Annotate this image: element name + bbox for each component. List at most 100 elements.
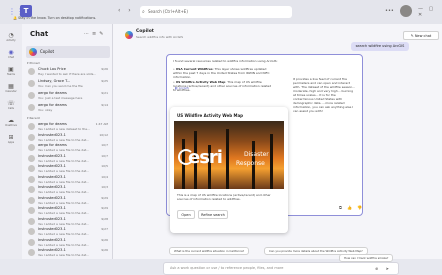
chat-time: 10/3 — [101, 185, 108, 189]
refine-search-button[interactable]: Refine search — [198, 210, 228, 219]
recent-section-label[interactable]: ▾ Recent — [27, 116, 40, 120]
chat-time: 9/27 — [101, 227, 108, 231]
chat-time: 9/21 — [101, 91, 108, 95]
chat-preview: Yes I added a new file to the dat... — [38, 232, 90, 236]
avatar — [28, 196, 35, 204]
rail-item-teams[interactable]: ▣ Teams — [3, 66, 19, 80]
copilot-logo-icon — [125, 31, 133, 39]
esri-logo-text: esri — [188, 147, 223, 168]
chat-time: 9/28 — [101, 216, 108, 221]
chat-name: aergo for deams — [38, 122, 67, 126]
avatar — [28, 165, 35, 172]
chat-list-item[interactable]: Chuck Lou Price Hey I wanted to ask if th… — [26, 66, 110, 78]
avatar — [28, 123, 35, 130]
chat-time: 10/4 — [101, 174, 108, 179]
chat-name: Chuck Lou Price — [38, 67, 66, 71]
rail-item-apps[interactable]: ⊞ Apps — [3, 134, 19, 148]
card-title: US Wildfire Activity Web Map — [177, 113, 244, 118]
avatar — [28, 217, 35, 225]
chat-time: 9/29 — [101, 195, 108, 200]
chat-name: aergo for deams — [38, 103, 67, 107]
message-composer[interactable]: Ask a work question or use / to referenc… — [163, 262, 399, 275]
response-bullet-1: • USA Current Wildfires: This layer show… — [173, 67, 270, 79]
overlay-line-2: Response — [236, 160, 265, 167]
chat-time: 9/26 — [101, 248, 108, 252]
chat-preview: You: Just a test message here — [38, 96, 83, 100]
avatar — [28, 249, 35, 256]
history-nav[interactable]: ‹ › — [118, 7, 136, 17]
onedrive-icon: ☁ — [8, 117, 14, 124]
chat-list-item[interactable]: aergo for deams You: Just a test message … — [26, 90, 110, 102]
notification-banner: 🔔 Stay in the know. Turn on desktop noti… — [13, 16, 96, 20]
conversation-area: Copilot Search wildfire info with ArcGIS… — [113, 24, 442, 275]
more-options-icon[interactable]: ••• — [385, 8, 395, 16]
chat-preview: Yes I added a new dataset to the... — [38, 127, 90, 131]
window-controls[interactable]: — ▢ ✕ — [418, 6, 440, 18]
avatar — [28, 186, 35, 193]
chat-icon: ◉ — [8, 49, 14, 56]
calendar-icon: ▦ — [8, 83, 14, 90]
profile-avatar[interactable] — [400, 5, 412, 17]
chat-name: Lindsay, Grace T... — [38, 79, 71, 83]
chat-name: Instrusted023-1 — [38, 195, 66, 200]
avatar — [28, 68, 35, 75]
avatar — [28, 175, 35, 183]
rail-item-activity[interactable]: ◔ Activity — [3, 32, 19, 46]
chat-list-item[interactable]: Instrusted023-1 Yes I added a new file to… — [26, 247, 110, 259]
thumbs-down-icon[interactable]: 👎 — [357, 205, 364, 210]
chat-preview: Yes I added a new file to the dat... — [38, 242, 90, 247]
chat-preview: Yes I added a new file to the dat... — [38, 253, 90, 257]
compose-icon[interactable]: ✎ — [99, 31, 106, 37]
chat-time: 9/26 — [101, 67, 108, 71]
chat-list-item[interactable]: aergo for deams You: okay 9/14 — [26, 102, 110, 114]
attach-icon[interactable]: ⊕ — [375, 266, 381, 271]
chat-time: 9/26 — [101, 237, 108, 242]
chat-name: Instrusted023-1 — [38, 132, 66, 137]
avatar — [28, 133, 35, 141]
open-button[interactable]: Open — [177, 210, 195, 219]
chat-time: 9/29 — [101, 206, 108, 210]
new-chat-button[interactable]: ✎ New chat — [403, 31, 439, 40]
response-actions[interactable]: ⧉ 👍 👎 — [339, 205, 364, 210]
arcgis-reference-label: ArcGIS — [178, 86, 189, 90]
chat-preview: Yes I added a new file to the dat... — [38, 179, 90, 184]
panel-actions[interactable]: ⋯≡✎ — [84, 31, 106, 37]
chat-name: aergo for deams — [38, 91, 67, 95]
chat-preview: Yes I added a new file to the dat... — [38, 137, 90, 142]
copilot-chat-item[interactable]: Copilot — [26, 46, 110, 58]
card-caption: This is a map of US wildfire locations (… — [177, 193, 271, 201]
more-icon[interactable]: ⋯ — [84, 31, 92, 37]
rail-item-chat[interactable]: ◉ Chat — [3, 49, 19, 63]
panel-title: Chat — [30, 30, 49, 38]
bell-icon: ◔ — [8, 32, 14, 39]
thumbs-up-icon[interactable]: 👍 — [347, 205, 354, 210]
chat-name: Instrusted023-1 — [38, 227, 66, 231]
copy-icon[interactable]: ⧉ — [339, 205, 344, 210]
avatar — [28, 207, 35, 214]
suggestion-chip[interactable]: What is the current wildfire situation i… — [169, 247, 250, 255]
chat-list-item[interactable]: Lindsay, Grace T... You: Can you send me … — [26, 78, 110, 90]
chat-preview: Yes I added a new file to the dat... — [38, 200, 90, 205]
chat-name: Instrusted023-1 — [38, 248, 66, 252]
chat-name: Instrusted023-1 — [38, 237, 66, 242]
arcgis-reference-card[interactable]: ◧ ArcGIS — [175, 86, 225, 94]
teams-icon: ▣ — [8, 66, 14, 73]
chat-list-panel: Chat ⋯≡✎ Copilot ▾ Pinned Chuck Lou Pric… — [22, 24, 113, 259]
rail-item-onedrive[interactable]: ☁ OneDrive — [3, 117, 19, 131]
suggestion-chip[interactable]: How can I track wildfire smoke? — [339, 254, 394, 262]
rail-item-calls[interactable]: ☏ Calls — [3, 100, 19, 114]
user-message: search wildfire using ArcGIS — [351, 42, 409, 51]
send-icon[interactable]: ➤ — [386, 266, 392, 271]
conversation-subtitle: Search wildfire info with ArcGIS — [136, 35, 184, 39]
global-search-input[interactable]: ⌕ Search (Ctrl+Alt+E) — [140, 6, 292, 18]
composer-actions[interactable]: ⊕ ➤ — [375, 266, 392, 271]
new-chat-label: New chat — [414, 34, 432, 38]
chat-time: 9/14 — [101, 103, 108, 107]
chat-time: 1:47 AM — [95, 122, 108, 126]
avatar — [28, 104, 35, 111]
web-map-card[interactable]: US Wildfire Activity Web Map esri Disast… — [170, 107, 288, 233]
chat-preview: Yes I added a new file to the dat... — [38, 221, 90, 226]
rail-item-calendar[interactable]: ▦ Calendar — [3, 83, 19, 97]
pinned-section-label[interactable]: ▾ Pinned — [27, 61, 40, 65]
chat-preview: Yes I added a new file to the dat... — [38, 190, 90, 194]
